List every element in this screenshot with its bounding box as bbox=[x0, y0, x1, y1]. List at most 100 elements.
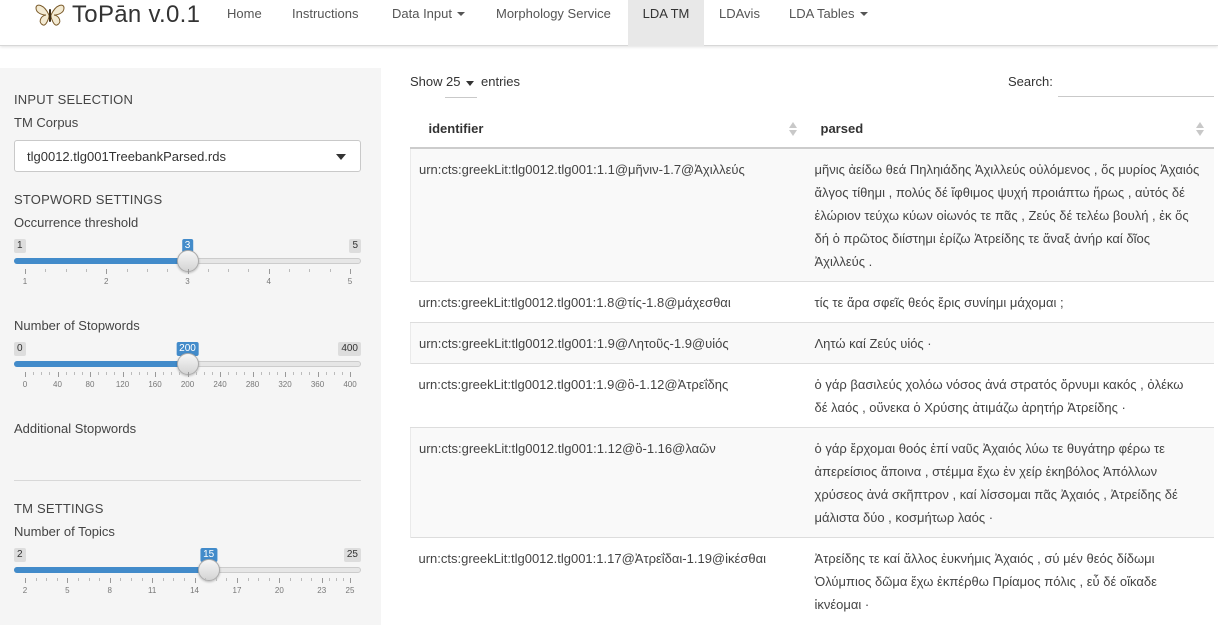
occurrence-threshold-slider[interactable]: 1 5 3 12345 bbox=[14, 239, 361, 299]
identifier-cell: urn:cts:greekLit:tlg0012.tlg001:1.1@μῆνι… bbox=[410, 147, 807, 282]
nav-lda-tm[interactable]: LDA TM bbox=[628, 0, 704, 46]
chevron-down-icon bbox=[336, 154, 346, 160]
slider-minor-tick bbox=[268, 578, 270, 581]
slider-tick bbox=[252, 372, 254, 377]
butterfly-icon bbox=[35, 4, 65, 26]
slider-minor-tick bbox=[45, 269, 47, 272]
slider-minor-tick bbox=[171, 372, 173, 375]
slider-minor-tick bbox=[179, 372, 181, 375]
slider-minor-tick bbox=[289, 269, 291, 272]
slider-minor-tick bbox=[130, 578, 132, 581]
slider-tick bbox=[321, 578, 323, 583]
sidebar-panel: INPUT SELECTION TM Corpus tlg0012.tlg001… bbox=[0, 68, 381, 625]
slider-min-label: 0 bbox=[14, 342, 26, 356]
slider-tick bbox=[279, 578, 281, 583]
chevron-down-icon bbox=[466, 81, 474, 86]
parsed-cell: Λητώ καί Ζεύς υἱός · bbox=[806, 322, 1214, 364]
slider-minor-tick bbox=[335, 578, 337, 581]
tm-corpus-select[interactable]: tlg0012.tlg001TreebankParsed.rds bbox=[14, 140, 361, 172]
identifier-cell: urn:cts:greekLit:tlg0012.tlg001:1.17@Ἀτρ… bbox=[410, 537, 807, 624]
slider-tick-label: 3 bbox=[185, 277, 190, 286]
number-of-stopwords-slider[interactable]: 0 400 200 0 40 80 120 160 200 240 280 320 360 400 bbox=[14, 342, 361, 402]
slider-tick-label: 11 bbox=[148, 586, 157, 595]
slider-tick bbox=[25, 269, 26, 274]
stopword-settings-heading: STOPWORD SETTINGS bbox=[14, 192, 163, 207]
slider-tick-label: 80 bbox=[85, 380, 95, 389]
slider-tick bbox=[109, 578, 111, 583]
nav-lda-tables-label: LDA Tables bbox=[789, 6, 855, 21]
slider-minor-tick bbox=[328, 578, 330, 581]
number-of-topics-label: Number of Topics bbox=[14, 524, 115, 539]
slider-minor-tick bbox=[300, 578, 302, 581]
slider-tick-label: 17 bbox=[232, 586, 242, 595]
slider-tick bbox=[187, 269, 189, 274]
table-row[interactable]: urn:cts:greekLit:tlg0012.tlg001:1.8@τίς-… bbox=[410, 281, 1214, 323]
column-header-label: identifier bbox=[428, 121, 484, 136]
slider-minor-tick bbox=[195, 372, 197, 375]
slider-minor-tick bbox=[205, 578, 207, 581]
nav-lda-tables[interactable]: LDA Tables bbox=[776, 0, 881, 46]
nav-ldavis[interactable]: LDAvis bbox=[706, 0, 773, 46]
slider-minor-tick bbox=[248, 269, 250, 272]
nav-data-input[interactable]: Data Input bbox=[379, 0, 478, 46]
tm-settings-heading: TM SETTINGS bbox=[14, 501, 104, 516]
chevron-down-icon bbox=[859, 12, 868, 16]
table-row[interactable]: urn:cts:greekLit:tlg0012.tlg001:1.9@Λητο… bbox=[410, 322, 1214, 364]
column-header-parsed[interactable]: parsed bbox=[806, 110, 1214, 149]
search-input[interactable] bbox=[1058, 70, 1214, 97]
entries-per-page-select[interactable]: 25 bbox=[445, 74, 477, 98]
brand-title: ToPān v.0.1 bbox=[72, 1, 201, 28]
brand[interactable]: ToPān v.0.1 bbox=[34, 0, 200, 30]
slider-minor-tick bbox=[162, 578, 164, 581]
slider-tick-label: 1 bbox=[22, 277, 28, 286]
nav-morphology-service[interactable]: Morphology Service bbox=[483, 0, 624, 46]
slider-minor-tick bbox=[341, 372, 343, 375]
table-row[interactable]: urn:cts:greekLit:tlg0012.tlg001:1.9@ὃ-1.… bbox=[410, 363, 1214, 428]
nav-instructions[interactable]: Instructions bbox=[279, 0, 371, 46]
slider-minor-tick bbox=[183, 578, 185, 581]
slider-minor-tick bbox=[276, 372, 278, 375]
table-row[interactable]: urn:cts:greekLit:tlg0012.tlg001:1.12@ὃ-1… bbox=[410, 427, 1214, 538]
slider-tick bbox=[25, 578, 26, 583]
slider-minor-tick bbox=[77, 578, 79, 581]
slider-tick-label: 8 bbox=[107, 586, 113, 595]
slider-tick bbox=[350, 372, 351, 377]
slider-minor-tick bbox=[247, 578, 249, 581]
slider-minor-tick bbox=[173, 578, 175, 581]
slider-tick bbox=[285, 372, 286, 377]
slider-tick-label: 14 bbox=[190, 586, 200, 595]
sort-icon bbox=[788, 122, 797, 138]
nav-data-input-label: Data Input bbox=[392, 6, 452, 21]
slider-minor-tick bbox=[244, 372, 246, 375]
slider-minor-tick bbox=[126, 269, 128, 272]
show-label: Show bbox=[410, 74, 443, 89]
slider-tick-label: 280 bbox=[245, 380, 260, 389]
identifier-cell: urn:cts:greekLit:tlg0012.tlg001:1.8@τίς-… bbox=[410, 281, 807, 323]
slider-tick-label: 4 bbox=[266, 277, 271, 286]
slider-minor-tick bbox=[301, 372, 303, 375]
slider-minor-tick bbox=[163, 372, 165, 375]
slider-tick bbox=[187, 372, 189, 377]
slider-tick bbox=[122, 372, 124, 377]
slider-tick-label: 5 bbox=[347, 277, 353, 286]
slider-minor-tick bbox=[215, 578, 217, 581]
nav-home-label: Home bbox=[227, 6, 262, 21]
table-row[interactable]: urn:cts:greekLit:tlg0012.tlg001:1.1@μῆνι… bbox=[410, 147, 1214, 282]
slider-max-label: 400 bbox=[338, 342, 361, 356]
number-of-topics-slider[interactable]: 2 25 15 2 5 8 11 14 17 20 23 25 bbox=[14, 548, 361, 608]
slider-tick bbox=[350, 269, 351, 274]
nav-home[interactable]: Home bbox=[214, 0, 275, 46]
slider-minor-tick bbox=[289, 578, 291, 581]
slider-minor-tick bbox=[260, 372, 262, 375]
slider-tick bbox=[220, 372, 221, 377]
slider-minor-tick bbox=[35, 578, 37, 581]
column-header-identifier[interactable]: identifier bbox=[410, 110, 807, 149]
slider-minor-tick bbox=[65, 372, 67, 375]
slider-minor-tick bbox=[130, 372, 132, 375]
tm-corpus-value: tlg0012.tlg001TreebankParsed.rds bbox=[27, 149, 226, 164]
slider-tick bbox=[236, 578, 238, 583]
slider-tick-label: 2 bbox=[22, 586, 28, 595]
table-row[interactable]: urn:cts:greekLit:tlg0012.tlg001:1.17@Ἀτρ… bbox=[410, 537, 1214, 624]
sort-icon bbox=[1196, 122, 1204, 138]
top-navbar: ToPān v.0.1 Home Instructions Data Input… bbox=[0, 0, 1218, 46]
